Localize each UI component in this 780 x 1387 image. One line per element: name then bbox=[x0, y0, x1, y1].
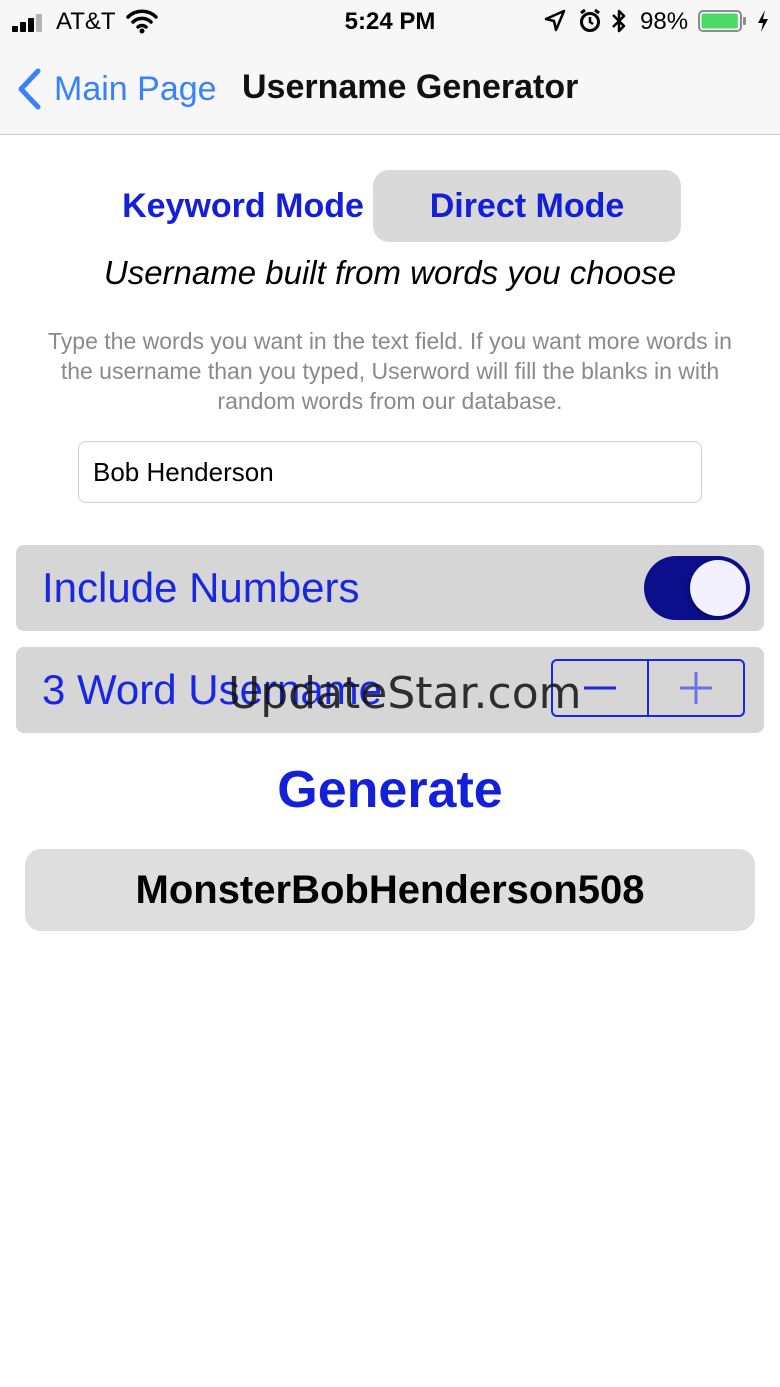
charging-icon bbox=[756, 8, 770, 41]
increment-button[interactable] bbox=[649, 661, 743, 715]
battery-percent: 98% bbox=[640, 8, 689, 35]
navigation-bar: Main Page Username Generator bbox=[0, 44, 780, 135]
word-count-stepper bbox=[551, 659, 745, 717]
mode-description: Type the words you want in the text fiel… bbox=[48, 328, 732, 414]
location-icon bbox=[544, 8, 566, 41]
words-input[interactable]: Bob Henderson bbox=[78, 441, 702, 503]
word-count-label: 3 Word Username bbox=[42, 666, 383, 713]
include-numbers-label: Include Numbers bbox=[42, 564, 360, 611]
battery-icon bbox=[698, 10, 746, 32]
mode-subtitle: Username built from words you choose bbox=[103, 254, 677, 291]
keyword-mode-tab[interactable]: Keyword Mode bbox=[108, 170, 378, 242]
alarm-icon bbox=[578, 8, 602, 41]
generated-username: MonsterBobHenderson508 bbox=[25, 849, 755, 931]
direct-mode-tab[interactable]: Direct Mode bbox=[373, 170, 681, 242]
plus-icon bbox=[680, 672, 712, 704]
include-numbers-toggle[interactable] bbox=[644, 556, 750, 620]
page-title: Username Generator bbox=[242, 68, 579, 106]
back-button-label: Main Page bbox=[54, 69, 217, 108]
screen: AT&T 5:24 PM 98% Main Page Username Gene… bbox=[0, 0, 780, 1387]
chevron-left-icon bbox=[18, 68, 41, 110]
generate-button[interactable]: Generate bbox=[0, 752, 780, 828]
minus-icon bbox=[584, 686, 616, 690]
decrement-button[interactable] bbox=[553, 661, 647, 715]
toggle-knob bbox=[690, 560, 746, 616]
include-numbers-row: Include Numbers bbox=[16, 545, 764, 631]
back-button[interactable]: Main Page bbox=[16, 64, 217, 114]
status-bar: AT&T 5:24 PM 98% bbox=[0, 0, 780, 44]
word-count-row: 3 Word Username bbox=[16, 647, 764, 733]
bluetooth-icon bbox=[610, 8, 628, 41]
